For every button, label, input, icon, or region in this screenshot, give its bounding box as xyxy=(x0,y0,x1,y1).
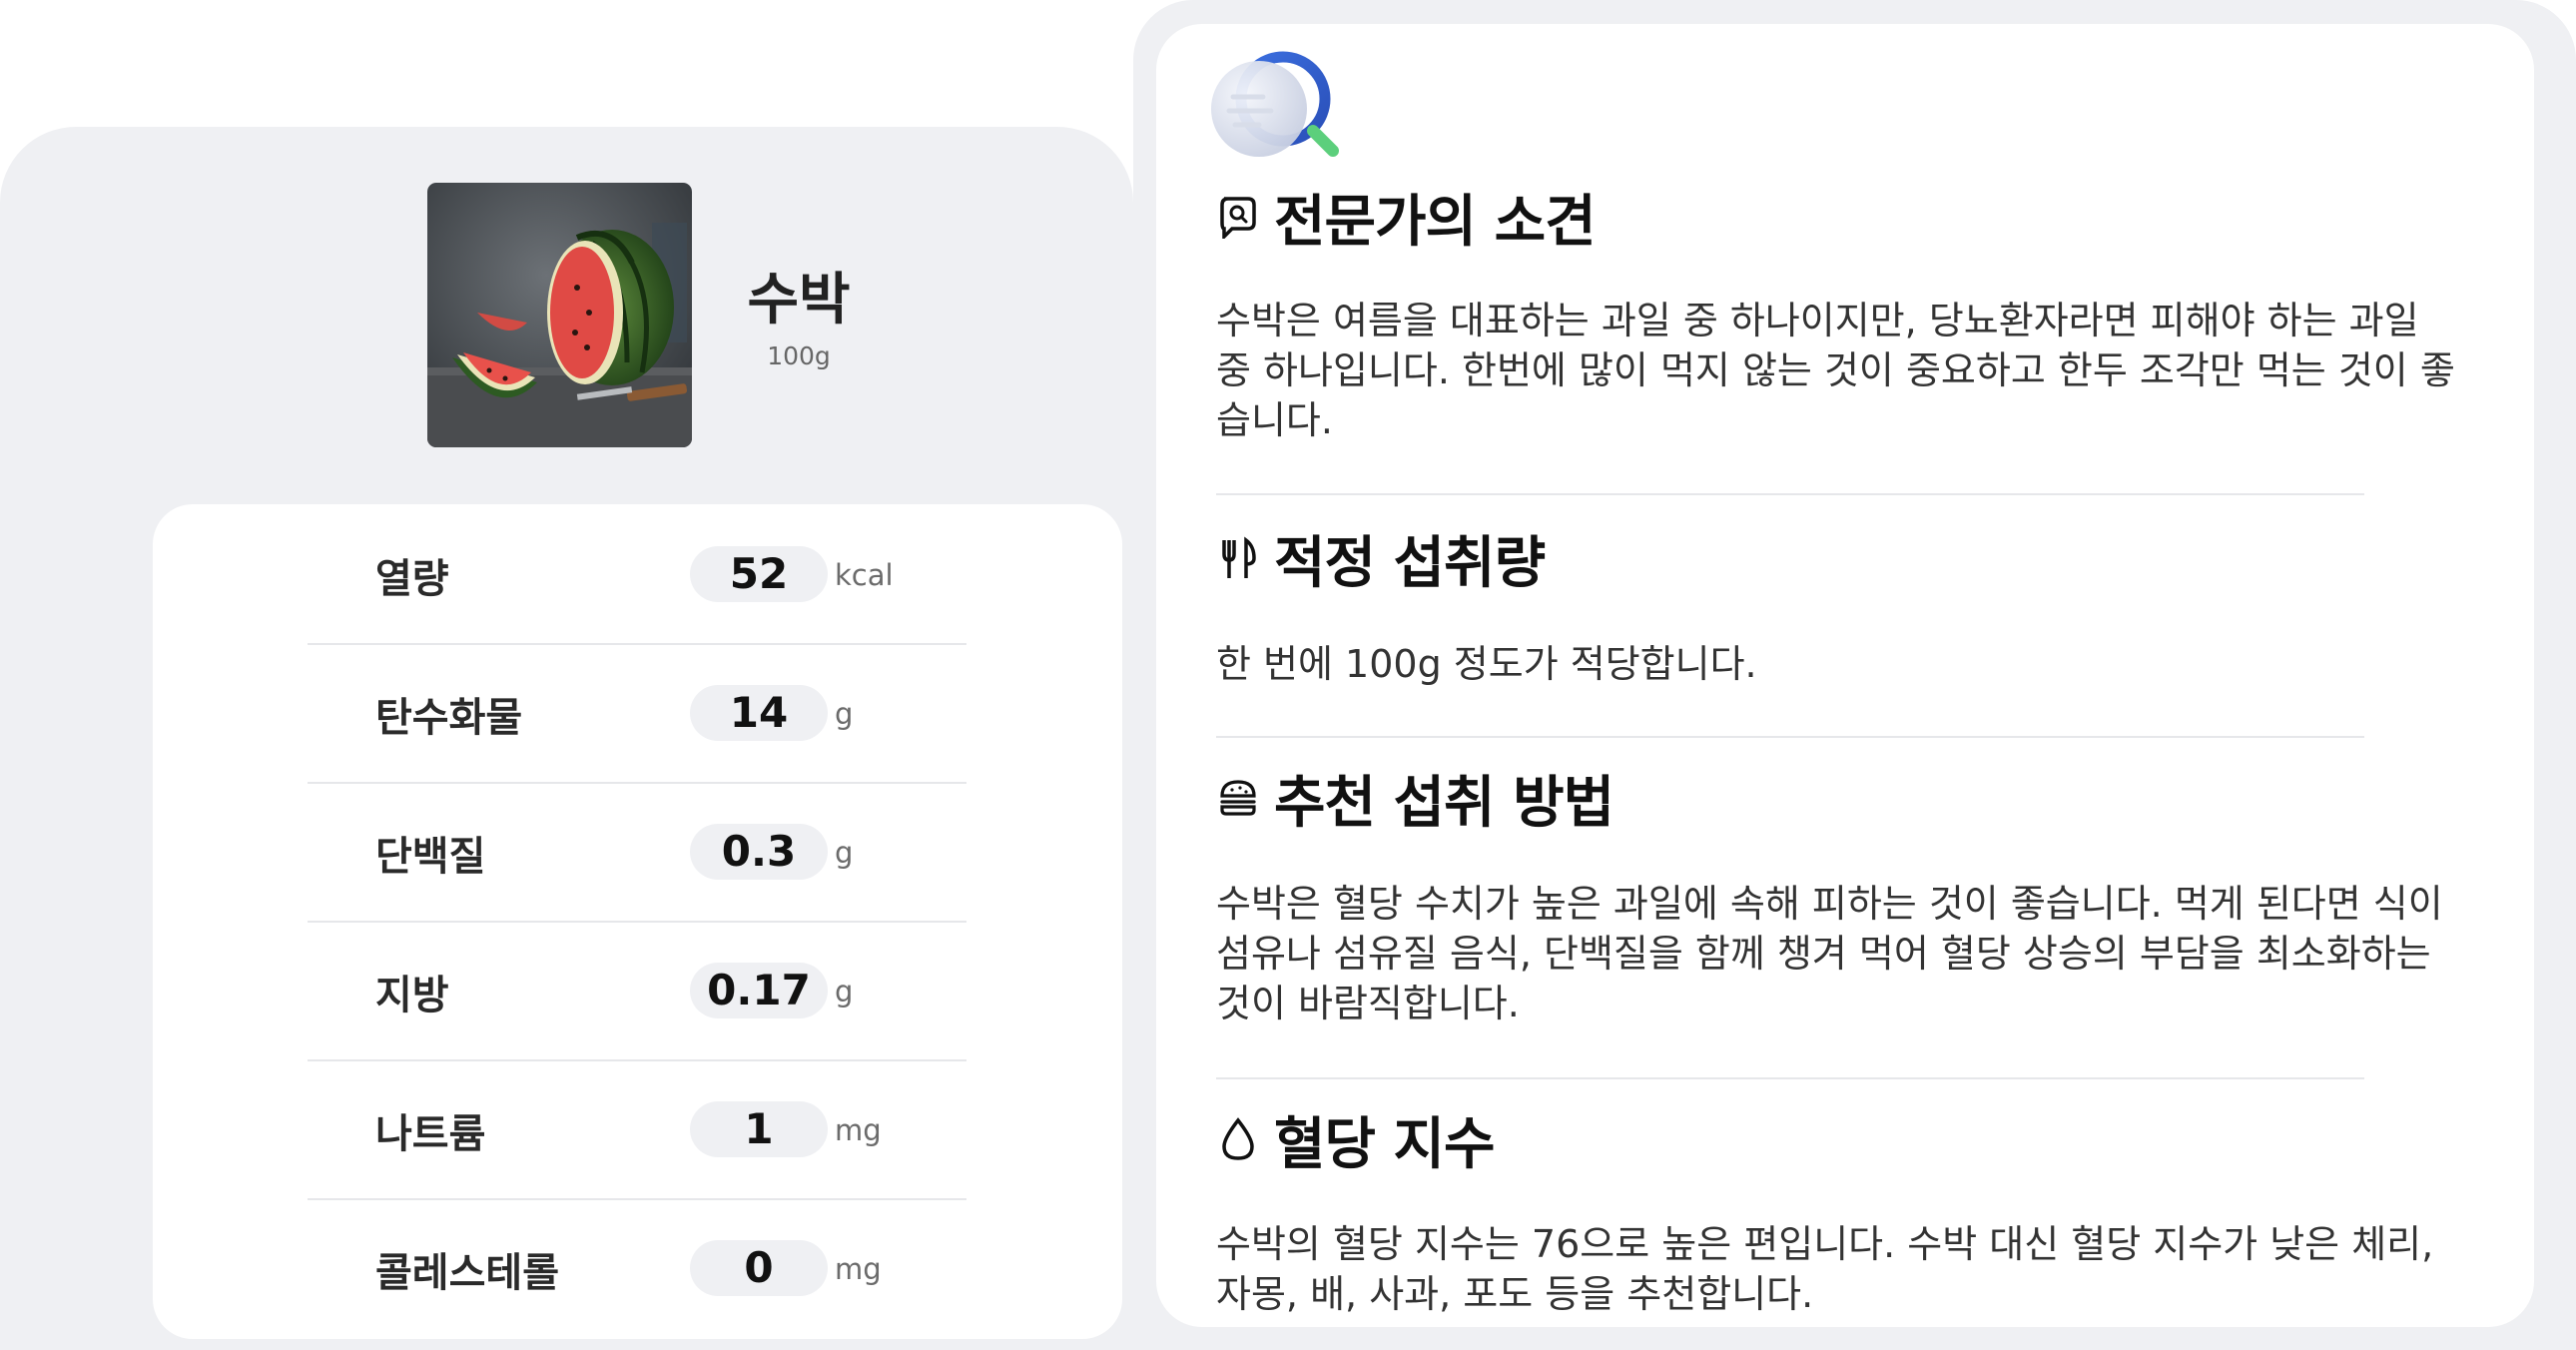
nutrient-unit: g xyxy=(835,975,854,1009)
burger-icon xyxy=(1214,774,1262,822)
nutrient-label: 콜레스테롤 xyxy=(375,1250,559,1296)
nutrient-label: 열량 xyxy=(375,556,449,602)
divider xyxy=(1216,1077,2364,1079)
nutrition-row: 열량 52 kcal xyxy=(308,504,966,645)
nutrition-row: 지방 0.17 g xyxy=(308,921,966,1061)
nutrient-value: 14 xyxy=(690,685,828,741)
food-summary-card: 수박 100g 열량 52 kcal 탄수화물 14 g 단백질 0.3 g 지… xyxy=(0,127,1133,1350)
divider xyxy=(1216,493,2364,495)
nutrient-unit: mg xyxy=(835,1252,882,1286)
search-analysis-icon xyxy=(1201,39,1341,169)
section-body: 수박은 혈당 수치가 높은 과일에 속해 피하는 것이 좋습니다. 먹게 된다면… xyxy=(1216,882,2443,1025)
nutrient-value: 0.3 xyxy=(690,824,828,880)
nutrient-unit: mg xyxy=(835,1113,882,1147)
section-glycemic-index: 혈당 지수 xyxy=(1214,1104,1496,1177)
nutrition-row: 탄수화물 14 g xyxy=(308,643,966,784)
nutrient-value: 52 xyxy=(690,546,828,602)
nutrient-value: 0 xyxy=(690,1240,828,1296)
section-title: 혈당 지수 xyxy=(1274,1111,1496,1177)
section-title: 적정 섭취량 xyxy=(1274,530,1546,596)
section-recommended-method: 추천 섭취 방법 xyxy=(1214,763,1614,836)
nutrient-label: 지방 xyxy=(375,973,449,1018)
nutrient-value: 0.17 xyxy=(690,963,828,1018)
nutrition-row: 콜레스테롤 0 mg xyxy=(308,1198,966,1337)
nutrient-value: 1 xyxy=(690,1101,828,1157)
nutrient-unit: g xyxy=(835,697,854,731)
section-body: 한 번에 100g 정도가 적당합니다. xyxy=(1216,642,1757,686)
section-title: 전문가의 소견 xyxy=(1274,189,1597,255)
divider xyxy=(1216,736,2364,738)
fork-knife-icon xyxy=(1214,534,1262,582)
section-recommended-amount: 적정 섭취량 xyxy=(1214,523,1546,596)
food-image xyxy=(427,183,692,447)
nutrient-label: 단백질 xyxy=(375,834,486,880)
nutrient-label: 나트륨 xyxy=(375,1111,486,1157)
nutrient-unit: g xyxy=(835,836,854,870)
advice-card: 전문가의 소견 수박은 여름을 대표하는 과일 중 하나이지만, 당뇨환자라면 … xyxy=(1156,24,2534,1327)
section-expert-opinion: 전문가의 소견 xyxy=(1214,182,1597,255)
chat-search-icon xyxy=(1214,193,1262,241)
nutrient-label: 탄수화물 xyxy=(375,695,523,741)
section-title: 추천 섭취 방법 xyxy=(1274,770,1614,836)
food-name: 수박 xyxy=(747,268,851,333)
section-body: 수박은 여름을 대표하는 과일 중 하나이지만, 당뇨환자라면 피해야 하는 과… xyxy=(1216,299,2455,442)
watermelon-photo xyxy=(427,183,692,447)
nutrition-panel: 열량 52 kcal 탄수화물 14 g 단백질 0.3 g 지방 0.17 g… xyxy=(153,504,1122,1339)
nutrient-unit: kcal xyxy=(835,558,894,592)
section-body: 수박의 혈당 지수는 76으로 높은 편입니다. 수박 대신 혈당 지수가 낮은… xyxy=(1216,1222,2434,1316)
nutrition-row: 단백질 0.3 g xyxy=(308,782,966,923)
food-weight: 100g xyxy=(767,341,831,370)
nutrition-row: 나트륨 1 mg xyxy=(308,1059,966,1200)
water-drop-icon xyxy=(1214,1115,1262,1163)
